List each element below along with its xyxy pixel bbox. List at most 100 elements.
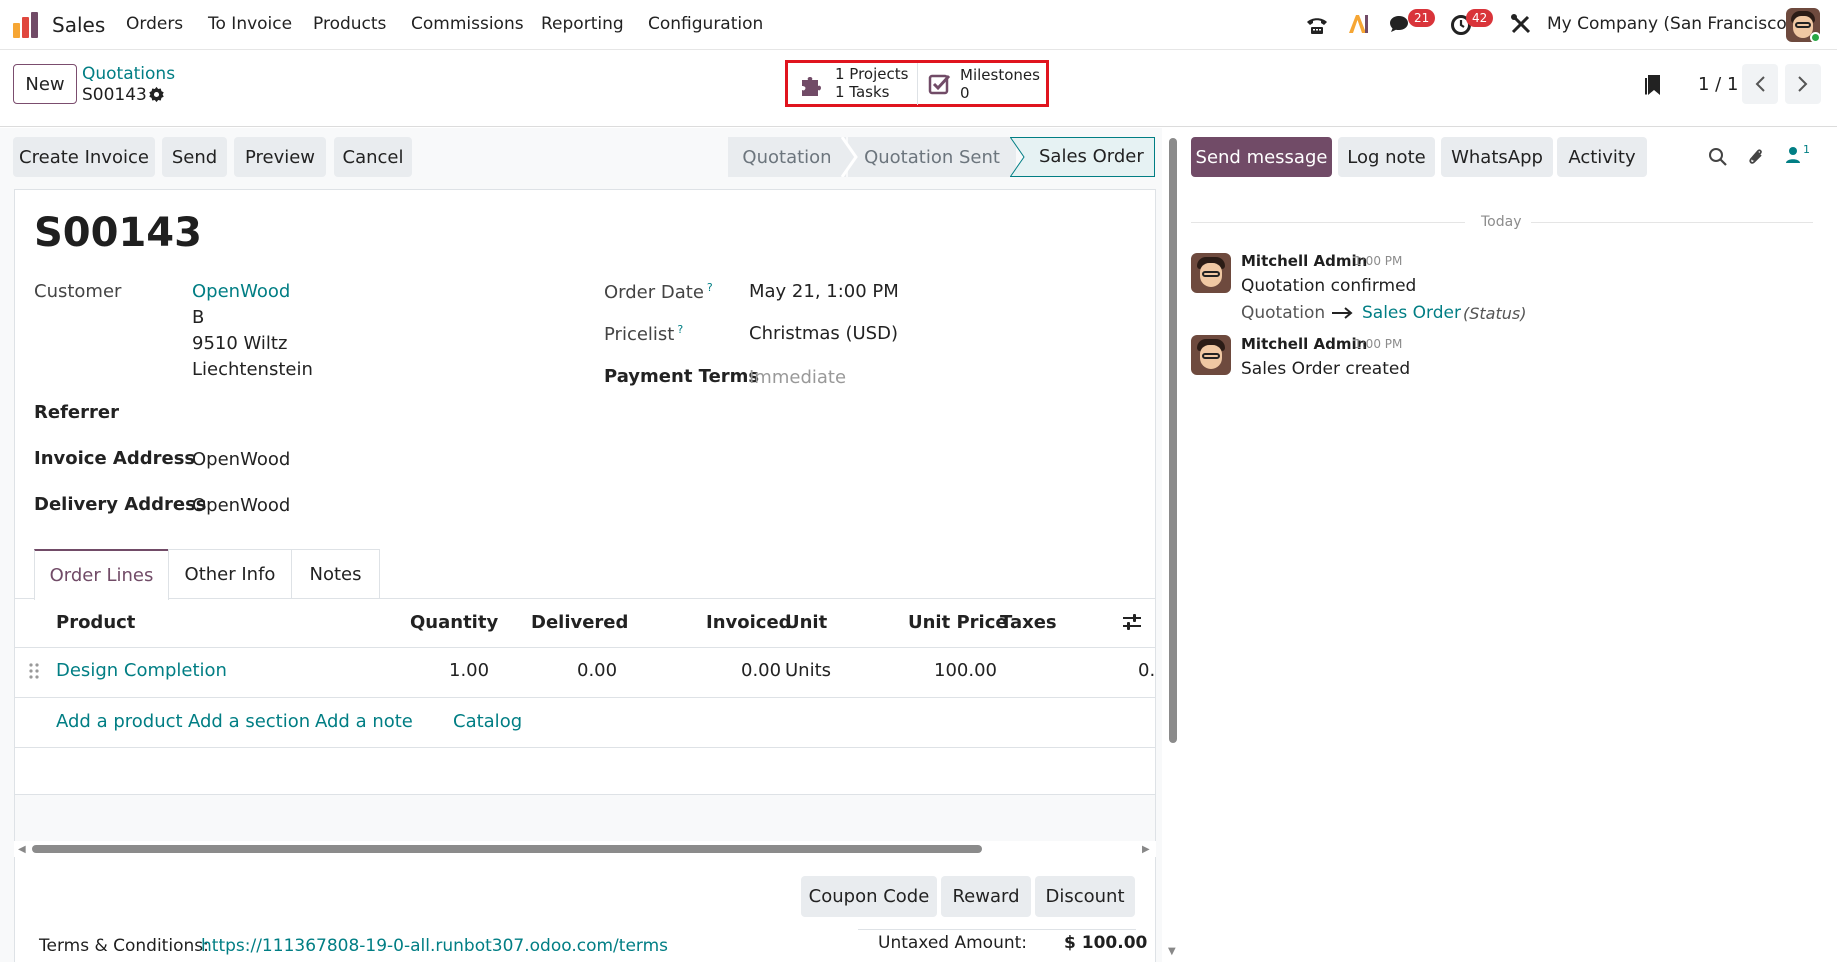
pricelist-label-text: Pricelist	[604, 324, 675, 345]
sales-app-icon[interactable]	[12, 11, 40, 39]
order-date-value[interactable]: May 21, 1:00 PM	[749, 281, 899, 302]
terms-label: Terms & Conditions:	[39, 936, 209, 956]
empty-row-area	[15, 795, 1155, 841]
column-unit-price[interactable]: Unit Price	[908, 612, 1008, 633]
status-quotation-sent[interactable]: Quotation Sent	[848, 137, 1016, 177]
vertical-scrollbar[interactable]: ▼	[1166, 128, 1180, 962]
new-button[interactable]: New	[13, 64, 77, 104]
menu-configuration[interactable]: Configuration	[648, 14, 763, 34]
status-quotation[interactable]: Quotation	[728, 137, 846, 177]
status-sales-order[interactable]: Sales Order	[1010, 137, 1155, 177]
scroll-down-arrow[interactable]: ▼	[1168, 946, 1176, 957]
column-unit[interactable]: Unit	[785, 612, 827, 633]
activity-button[interactable]: Activity	[1557, 137, 1647, 177]
drag-handle-icon[interactable]	[29, 662, 39, 684]
row-unit-price[interactable]: 100.00	[934, 660, 997, 681]
whatsapp-button[interactable]: WhatsApp	[1441, 137, 1553, 177]
row-clipped-value-text: 0.(	[1138, 660, 1155, 681]
terms-link[interactable]: https://111367808-19-0-all.runbot307.odo…	[201, 936, 668, 956]
tab-notes[interactable]: Notes	[291, 549, 380, 599]
cancel-button[interactable]: Cancel	[334, 137, 412, 177]
pricelist-help-icon[interactable]: ?	[677, 323, 683, 336]
row-invoiced[interactable]: 0.00	[741, 660, 781, 681]
pager-next-button[interactable]	[1785, 64, 1821, 104]
discount-button[interactable]: Discount	[1035, 876, 1135, 917]
order-date-help-icon[interactable]: ?	[707, 281, 713, 294]
tab-other-info[interactable]: Other Info	[168, 549, 292, 599]
add-note-link[interactable]: Add a note	[315, 711, 413, 732]
followers-count: 1	[1803, 143, 1810, 156]
app-name[interactable]: Sales	[52, 13, 105, 37]
invoice-address-label: Invoice Address	[34, 448, 196, 469]
delivery-address-value[interactable]: OpenWood	[192, 495, 290, 516]
followers-icon[interactable]	[1785, 146, 1801, 168]
add-links-border	[14, 747, 1156, 748]
catalog-link[interactable]: Catalog	[453, 711, 522, 732]
tools-icon[interactable]	[1510, 13, 1532, 39]
bookmark-icon[interactable]	[1643, 74, 1663, 100]
customer-link[interactable]: OpenWood	[192, 281, 290, 302]
horizontal-scrollbar[interactable]: ◀ ▶	[14, 841, 1156, 857]
phone-icon[interactable]	[1305, 13, 1329, 41]
invoice-address-value[interactable]: OpenWood	[192, 449, 290, 470]
status-sales-order-label: Sales Order	[1039, 146, 1144, 167]
row-quantity[interactable]: 1.00	[449, 660, 489, 681]
smart-button-milestones[interactable]: Milestones 0	[918, 64, 1046, 104]
row-unit[interactable]: Units	[785, 660, 831, 681]
send-button[interactable]: Send	[162, 137, 227, 177]
tab-order-lines[interactable]: Order Lines	[34, 549, 169, 600]
log-note-button[interactable]: Log note	[1338, 137, 1435, 177]
menu-to-invoice[interactable]: To Invoice	[208, 14, 292, 34]
avatar[interactable]	[1191, 335, 1231, 375]
column-delivered[interactable]: Delivered	[531, 612, 628, 633]
avatar[interactable]	[1191, 253, 1231, 293]
preview-button[interactable]: Preview	[234, 137, 326, 177]
vertical-scrollbar-thumb[interactable]	[1169, 138, 1177, 743]
menu-commissions[interactable]: Commissions	[411, 14, 524, 34]
referrer-label: Referrer	[34, 402, 119, 423]
column-taxes[interactable]: Taxes	[1000, 612, 1057, 633]
scroll-left-arrow[interactable]: ◀	[18, 844, 26, 855]
breadcrumb-quotations[interactable]: Quotations	[82, 64, 175, 84]
order-date-label-text: Order Date	[604, 282, 704, 303]
company-switcher[interactable]: My Company (San Francisco)	[1547, 14, 1793, 34]
column-product[interactable]: Product	[56, 612, 135, 633]
message-author[interactable]: Mitchell Admin	[1241, 252, 1367, 270]
pager-value[interactable]: 1 / 1	[1698, 74, 1738, 95]
add-product-link[interactable]: Add a product	[56, 711, 183, 732]
menu-orders[interactable]: Orders	[126, 14, 183, 34]
row-product[interactable]: Design Completion	[56, 660, 227, 681]
delivery-address-label: Delivery Address	[34, 494, 207, 515]
payment-terms-input[interactable]: Immediate	[749, 367, 846, 388]
online-status-dot	[1810, 32, 1821, 43]
column-invoiced[interactable]: Invoiced	[706, 612, 792, 633]
gear-icon[interactable]	[148, 86, 165, 107]
record-title: S00143	[34, 210, 202, 256]
referrer-input[interactable]	[192, 398, 552, 428]
menu-reporting[interactable]: Reporting	[541, 14, 624, 34]
smart-button-projects[interactable]: 1 Projects 1 Tasks	[790, 64, 918, 104]
row-delivered[interactable]: 0.00	[577, 660, 617, 681]
coupon-code-button[interactable]: Coupon Code	[801, 876, 937, 917]
add-section-link[interactable]: Add a section	[188, 711, 310, 732]
activities-badge: 42	[1466, 9, 1494, 27]
ai-icon[interactable]	[1346, 12, 1370, 40]
tracking-field-name: (Status)	[1463, 304, 1527, 323]
pager-previous-button[interactable]	[1742, 64, 1778, 104]
optional-columns-icon[interactable]	[1122, 612, 1142, 636]
message-author[interactable]: Mitchell Admin	[1241, 335, 1367, 353]
pricelist-value[interactable]: Christmas (USD)	[749, 323, 898, 344]
search-icon[interactable]	[1708, 147, 1728, 171]
scrollbar-thumb[interactable]	[32, 845, 982, 853]
untaxed-amount-label: Untaxed Amount:	[878, 933, 1028, 953]
paperclip-icon[interactable]	[1746, 146, 1766, 172]
create-invoice-button[interactable]: Create Invoice	[13, 137, 155, 177]
scroll-right-arrow[interactable]: ▶	[1142, 844, 1150, 855]
column-quantity[interactable]: Quantity	[410, 612, 498, 633]
reward-button[interactable]: Reward	[941, 876, 1031, 917]
puzzle-icon	[800, 72, 826, 100]
customer-label: Customer	[34, 281, 122, 302]
chevron-right-icon	[1798, 76, 1808, 92]
menu-products[interactable]: Products	[313, 14, 386, 34]
send-message-button[interactable]: Send message	[1191, 137, 1332, 177]
